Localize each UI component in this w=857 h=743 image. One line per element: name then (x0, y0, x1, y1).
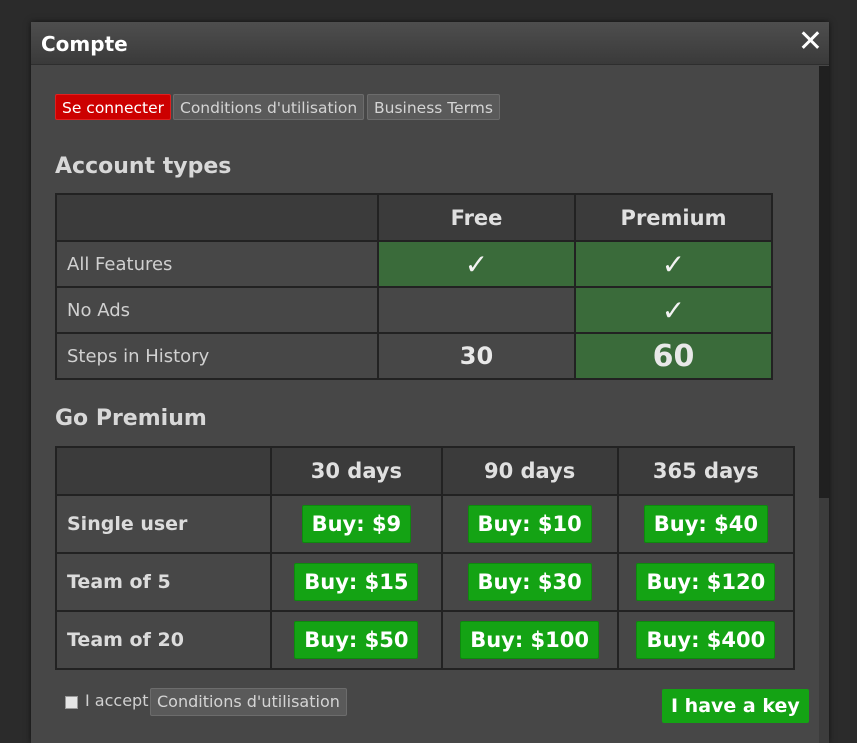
title-bar: Compte ✕ (31, 22, 829, 65)
table-row: Steps in History 30 60 (55, 332, 773, 380)
table-row: All Features ✓ ✓ (55, 240, 773, 288)
scrollbar-thumb[interactable] (819, 66, 829, 498)
plan-label: Single user (54, 494, 273, 554)
plan-label: Team of 20 (54, 610, 273, 670)
check-icon: ✓ (464, 247, 489, 281)
feature-label: No Ads (55, 286, 379, 334)
buy-button[interactable]: Buy: $10 (467, 505, 592, 543)
history-steps-premium: 60 (652, 338, 695, 374)
table-row: Single user Buy: $9 Buy: $10 Buy: $40 (54, 494, 796, 554)
accept-checkbox[interactable] (65, 696, 78, 709)
buy-button[interactable]: Buy: $9 (301, 505, 412, 543)
account-dialog: Compte ✕ Se connecter Conditions d'utili… (31, 22, 829, 743)
tab-terms-of-use[interactable]: Conditions d'utilisation (173, 94, 365, 120)
plan-label: Team of 5 (54, 552, 273, 612)
account-types-heading: Account types (55, 154, 232, 179)
table-row: No Ads ✓ (55, 286, 773, 334)
check-icon: ✓ (661, 293, 686, 327)
column-free: Free (377, 193, 576, 242)
go-premium-heading: Go Premium (55, 406, 207, 431)
tab-login[interactable]: Se connecter (55, 94, 171, 120)
accept-label: I accept (85, 691, 149, 710)
history-steps-free: 30 (459, 342, 494, 370)
buy-button[interactable]: Buy: $120 (636, 563, 776, 601)
tab-business-terms[interactable]: Business Terms (367, 94, 500, 120)
terms-button[interactable]: Conditions d'utilisation (150, 688, 347, 716)
have-key-button[interactable]: I have a key (662, 689, 809, 723)
buy-button[interactable]: Buy: $40 (643, 505, 768, 543)
buy-button[interactable]: Buy: $100 (460, 621, 600, 659)
column-365-days: 365 days (616, 446, 796, 496)
buy-button[interactable]: Buy: $15 (294, 563, 419, 601)
pricing-table: 30 days 90 days 365 days Single user Buy… (54, 446, 796, 670)
account-types-corner (55, 193, 379, 242)
buy-button[interactable]: Buy: $30 (467, 563, 592, 601)
buy-button[interactable]: Buy: $400 (636, 621, 776, 659)
feature-label: All Features (55, 240, 379, 288)
feature-label: Steps in History (55, 332, 379, 380)
column-90-days: 90 days (440, 446, 619, 496)
buy-button[interactable]: Buy: $50 (294, 621, 419, 659)
close-icon[interactable]: ✕ (798, 25, 823, 59)
dialog-title: Compte (41, 32, 128, 56)
check-icon: ✓ (661, 247, 686, 281)
pricing-corner (54, 446, 273, 496)
column-premium: Premium (574, 193, 773, 242)
column-30-days: 30 days (270, 446, 443, 496)
table-row: Team of 20 Buy: $50 Buy: $100 Buy: $400 (54, 610, 796, 670)
table-row: Team of 5 Buy: $15 Buy: $30 Buy: $120 (54, 552, 796, 612)
account-types-table: Free Premium All Features ✓ ✓ No Ads ✓ S… (55, 193, 773, 380)
